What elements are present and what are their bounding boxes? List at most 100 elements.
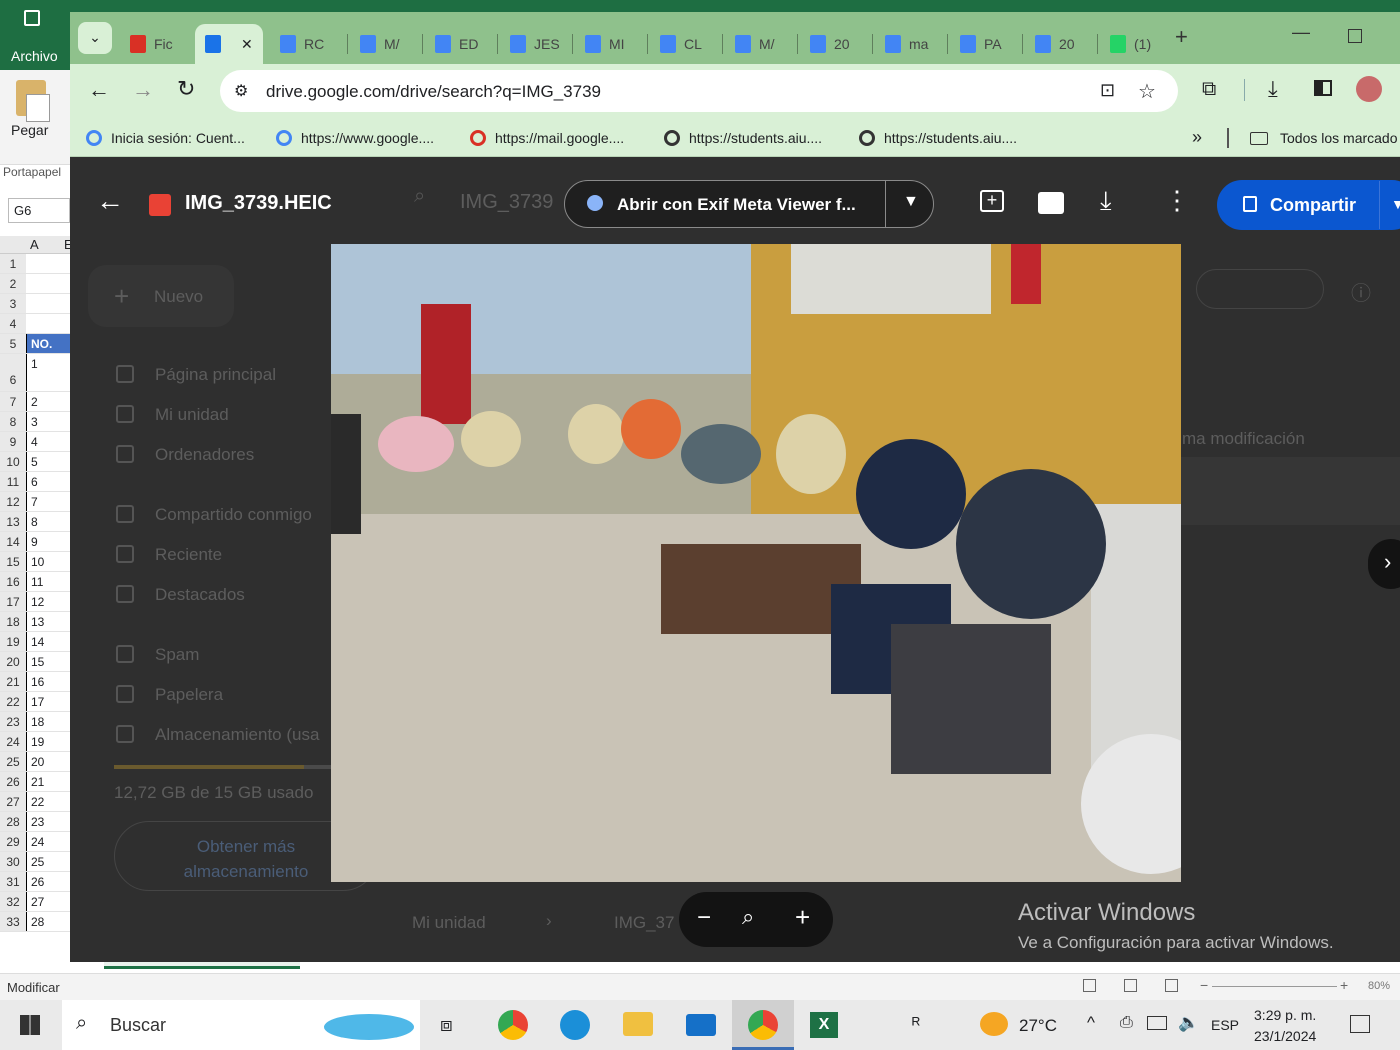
row-number[interactable]: 12 [0,492,26,511]
address-bar[interactable]: ⚙ drive.google.com/drive/search?q=IMG_37… [220,70,1178,112]
network-icon[interactable] [1147,1016,1167,1030]
maximize-button[interactable] [1348,29,1362,43]
cell[interactable]: 19 [26,732,70,751]
sheet-row[interactable]: 29 24 [0,832,70,852]
cell[interactable]: 23 [26,812,70,831]
cell[interactable]: 21 [26,772,70,791]
sheet-row[interactable]: 31 26 [0,872,70,892]
profile-avatar[interactable] [1356,76,1382,102]
cell[interactable] [26,274,70,293]
row-number[interactable]: 15 [0,552,26,571]
row-number[interactable]: 9 [0,432,26,451]
save-icon[interactable] [24,10,40,26]
browser-tab[interactable]: M/ [725,24,797,64]
excel-ribbon-file[interactable]: Archivo [0,0,70,70]
row-number[interactable]: 18 [0,612,26,631]
cell[interactable]: 20 [26,752,70,771]
taskbar-search-box[interactable]: ⌕ Buscar [62,1000,420,1050]
bookmark-item[interactable]: https://www.google.... [276,130,434,146]
edge-taskbar-icon[interactable] [560,1010,590,1040]
cell[interactable]: 10 [26,552,70,571]
browser-tab[interactable]: (1) [1100,24,1172,64]
cell[interactable]: 2 [26,392,70,411]
sheet-row[interactable]: 83 [0,412,70,432]
sheet-row[interactable]: 14 9 [0,532,70,552]
cell[interactable]: 16 [26,672,70,691]
row-number[interactable]: 24 [0,732,26,751]
sheet-row[interactable]: 21 16 [0,672,70,692]
browser-tab[interactable]: MI [575,24,647,64]
row-number[interactable]: 30 [0,852,26,871]
cell[interactable]: 9 [26,532,70,551]
all-bookmarks-link[interactable]: Todos los marcado [1280,130,1398,146]
row-number[interactable]: 8 [0,412,26,431]
row-number[interactable]: 28 [0,812,26,831]
paste-button[interactable]: Pegar [11,122,48,138]
row-number[interactable]: 11 [0,472,26,491]
row-number[interactable]: 4 [0,314,26,333]
sheet-row[interactable]: 13 8 [0,512,70,532]
cell[interactable]: 8 [26,512,70,531]
more-options-icon[interactable]: ⋮ [1164,185,1190,216]
sheet-row[interactable]: 25 20 [0,752,70,772]
row-number[interactable]: 7 [0,392,26,411]
cell[interactable]: 24 [26,832,70,851]
open-with-label[interactable]: Abrir con Exif Meta Viewer f... [617,195,856,215]
cell[interactable] [26,314,70,333]
cell[interactable]: 12 [26,592,70,611]
paste-icon[interactable] [16,80,50,122]
cell[interactable]: 26 [26,872,70,891]
sheet-row[interactable]: 94 [0,432,70,452]
browser-tab[interactable]: Fic [120,24,192,64]
sheet-row[interactable]: 20 15 [0,652,70,672]
row-number[interactable]: 20 [0,652,26,671]
minimize-button[interactable]: — [1292,22,1310,43]
cell[interactable] [26,294,70,313]
zoom-out-icon[interactable]: − [697,904,711,932]
cell[interactable]: 4 [26,432,70,451]
taskbar-search-placeholder[interactable]: Buscar [110,1015,166,1036]
file-menu[interactable]: Archivo [11,48,58,64]
bookmark-item[interactable]: Inicia sesión: Cuent... [86,130,245,146]
cell[interactable]: 22 [26,792,70,811]
downloads-icon[interactable]: ⤓ [1268,76,1278,102]
bookmark-item[interactable]: https://students.aiu.... [664,130,822,146]
cell[interactable] [26,254,70,273]
row-number[interactable]: 23 [0,712,26,731]
row-number[interactable]: 21 [0,672,26,691]
normal-view-icon[interactable] [1083,979,1096,992]
cell[interactable]: 17 [26,692,70,711]
browser-tab[interactable]: 20 [800,24,872,64]
sheet-row[interactable]: 30 25 [0,852,70,872]
row-number[interactable]: 10 [0,452,26,471]
cell[interactable]: 28 [26,912,70,931]
sheet-row[interactable]: 4 [0,314,70,334]
browser-tab[interactable]: PA [950,24,1022,64]
row-number[interactable]: 33 [0,912,26,931]
cell[interactable]: 5 [26,452,70,471]
print-icon[interactable] [1038,192,1064,214]
install-app-icon[interactable]: ⊡ [1100,80,1115,101]
clock[interactable]: 3:29 p. m. 23/1/2024 [1254,1005,1316,1047]
site-info-icon[interactable]: ⚙ [234,81,248,101]
sheet-row[interactable]: 11 6 [0,472,70,492]
language-indicator[interactable]: ESP [1211,1017,1239,1033]
start-windows-icon[interactable] [20,1015,40,1035]
row-number[interactable]: 16 [0,572,26,591]
weather-icon[interactable] [980,1012,1008,1036]
sheet-row[interactable]: 61 [0,354,70,392]
cell[interactable]: 15 [26,652,70,671]
sheet-row[interactable]: 2 [0,274,70,294]
page-layout-icon[interactable] [1124,979,1137,992]
cell[interactable]: 27 [26,892,70,911]
share-label[interactable]: Compartir [1270,195,1356,216]
bookmark-item[interactable]: https://students.aiu.... [859,130,1017,146]
excel-taskbar-icon[interactable]: X [810,1012,838,1038]
sheet-row[interactable]: 24 19 [0,732,70,752]
sheet-row[interactable]: 15 10 [0,552,70,572]
cell[interactable]: 3 [26,412,70,431]
cell[interactable]: 6 [26,472,70,491]
sheet-row[interactable]: 10 5 [0,452,70,472]
browser-tab[interactable]: ✕ [195,24,263,64]
back-icon[interactable]: ← [88,77,110,103]
